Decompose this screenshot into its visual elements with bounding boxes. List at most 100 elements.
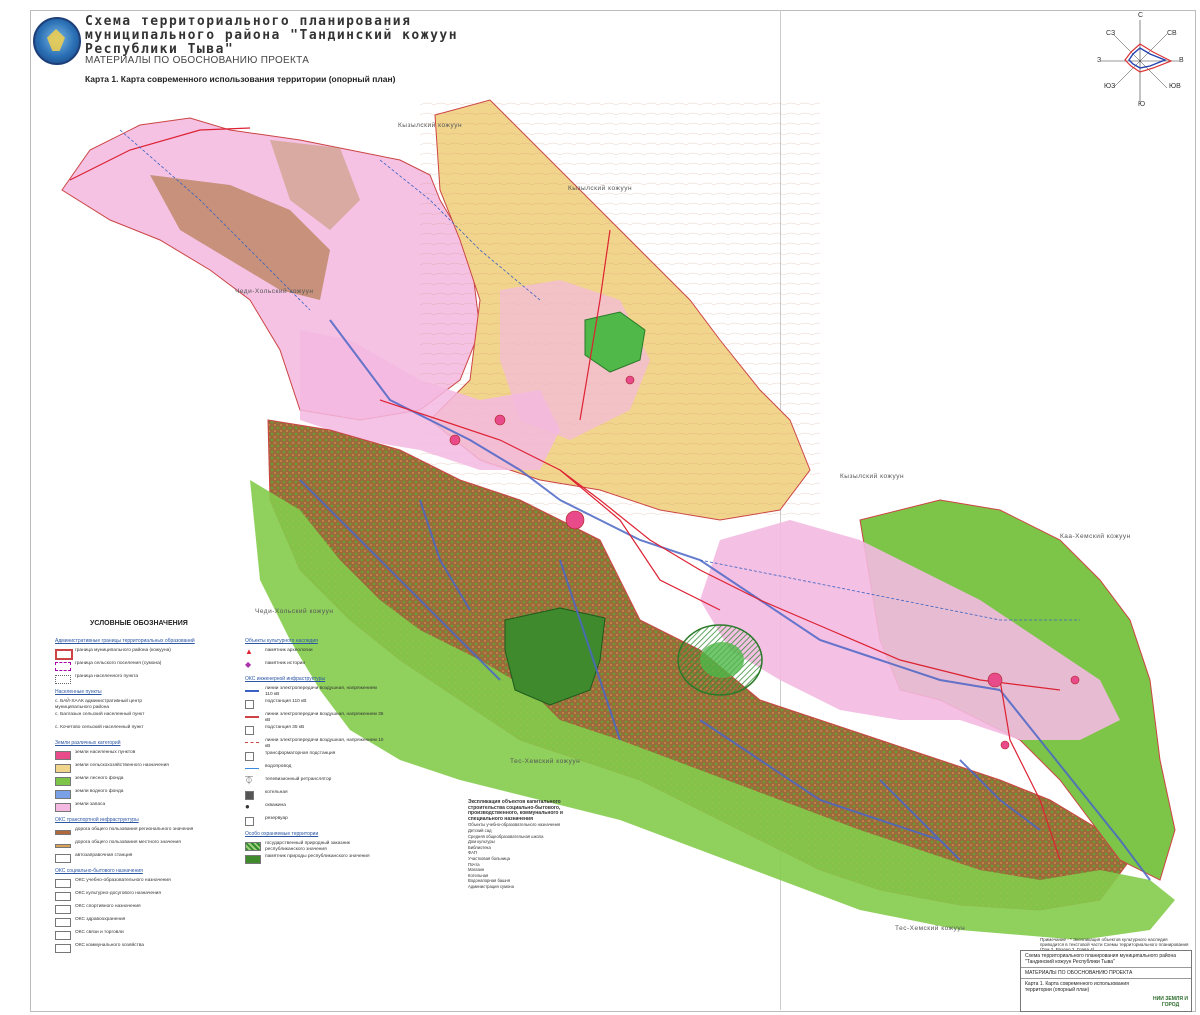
legend-swatch [245, 855, 261, 864]
legend-swatch [55, 944, 71, 953]
settlement-marker [1000, 740, 1010, 750]
legend-section-head: Особо охраняемые территории [245, 831, 319, 837]
legend-section-head: Объекты культурного наследия [245, 638, 318, 644]
legend-section-head: Административные границы территориальных… [55, 638, 195, 644]
list-item: Администрация сумона [468, 883, 514, 889]
legend-swatch [55, 675, 71, 684]
neighbor-label-1: Кызылский кожуун [398, 122, 463, 129]
legend-item: ▲ памятник археологии [245, 647, 313, 656]
legend-item: земли лесного фонда [55, 775, 245, 787]
legend-item: ● скважина [245, 802, 286, 811]
legend-item: дорога общего пользования местного значе… [55, 839, 245, 851]
legend-swatch [245, 690, 259, 692]
protected-area-southwest [504, 607, 606, 706]
legend-item: памятник природы республиканского значен… [245, 853, 425, 865]
neighbor-label-7: Тес-Хемский кожуун [510, 758, 581, 765]
legend-swatch [245, 726, 254, 735]
legend-swatch [245, 752, 254, 761]
legend-section-head: ОКС социально-бытового назначения [55, 868, 143, 874]
legend-swatch [55, 844, 71, 848]
legend-swatch [55, 830, 71, 835]
legend-item: линии электропередачи воздушная, напряже… [245, 711, 425, 723]
legend-item: трансформаторная подстанция [245, 750, 425, 762]
legend-item: ⏁ телевизионный ретранслятор [245, 776, 332, 785]
settlement-marker [565, 510, 585, 530]
settlement-marker [1070, 675, 1080, 685]
legend-item: ОКС коммунального хозяйства [55, 942, 245, 954]
legend-swatch [55, 803, 71, 812]
legend-item: граница муниципального района (кожууна) [55, 647, 245, 660]
legend-title: УСЛОВНЫЕ ОБОЗНАЧЕНИЯ [90, 620, 188, 627]
objects-explication: Экспликация объектов капитального строит… [468, 799, 728, 1005]
legend-swatch [55, 777, 71, 786]
neighbor-label-3: Чеди-Хольский кожуун [235, 288, 314, 295]
legend-swatch [245, 716, 259, 718]
stamp-line-3: Карта 1. Карта современного использовани… [1025, 981, 1129, 993]
legend-section-head: ОКС инженерной инфраструктуры [245, 676, 326, 682]
legend-swatch [245, 700, 254, 709]
stamp-line-1: Схема территориального планирования муни… [1021, 951, 1191, 968]
settlement-marker [625, 375, 635, 385]
legend: УСЛОВНЫЕ ОБОЗНАЧЕНИЯ Административные гр… [35, 620, 475, 1005]
legend-item: ОКС связи и торговли [55, 929, 245, 941]
legend-item: с. Балгазын сельский населенный пункт [55, 712, 145, 717]
map-sheet: Схема территориального планирования муни… [0, 0, 1200, 1015]
legend-swatch [55, 751, 71, 760]
neighbor-label-4: Кызылский кожуун [840, 473, 905, 480]
monument-icon: ▲ [245, 647, 253, 656]
legend-swatch [245, 768, 259, 769]
legend-item: резервуар [245, 815, 425, 827]
legend-item: с. Кочетово сельский населенный пункт [55, 725, 144, 730]
legend-item: подстанция 110 кВ [245, 698, 425, 710]
legend-item: земли водного фонда [55, 788, 245, 800]
legend-item: земли сельскохозяйственного назначения [55, 762, 245, 774]
settlement-marker [494, 414, 506, 426]
legend-item: ОКС культурно-досугового назначения [55, 890, 245, 902]
legend-item: ОКС здравоохранения [55, 916, 245, 928]
well-icon: ● [245, 802, 250, 811]
neighbor-label-5: Каа-Хемский кожуун [1060, 533, 1131, 540]
explication-title: Экспликация объектов капитального строит… [468, 799, 563, 822]
legend-section-head: ОКС транспортной инфраструктуры [55, 817, 139, 823]
legend-swatch [245, 842, 261, 851]
legend-item: земли запаса [55, 801, 245, 813]
legend-item: государственный природный заказник респу… [245, 840, 425, 852]
neighbor-label-8: Тес-Хемский кожуун [895, 925, 966, 932]
settlement-marker [449, 434, 461, 446]
legend-item: линии электропередачи воздушная, напряже… [245, 737, 425, 749]
legend-swatch [245, 742, 259, 743]
legend-item: линии электропередачи воздушная, напряже… [245, 685, 425, 697]
legend-item: с. БАЙ-ХААК административный центр муниц… [55, 699, 143, 710]
legend-swatch [55, 879, 71, 888]
legend-item: ОКС спортивного назначения [55, 903, 245, 915]
legend-swatch [55, 854, 71, 863]
legend-item: земли населенных пунктов [55, 749, 245, 761]
protected-area-core [700, 642, 744, 678]
legend-swatch [55, 790, 71, 799]
legend-item: автозаправочная станция [55, 852, 245, 864]
neighbor-label-6: Чеди-Хольский кожуун [255, 608, 334, 615]
title-stamp: Схема территориального планирования муни… [1020, 950, 1192, 1012]
legend-item: котельная [245, 789, 425, 801]
stamp-line-2: МАТЕРИАЛЫ ПО ОБОСНОВАНИЮ ПРОЕКТА [1021, 968, 1191, 979]
legend-item: ОКС учебно-образовательного назначения [55, 877, 245, 889]
legend-item: граница сельского поселения (сумона) [55, 660, 245, 672]
settlement-marker [987, 672, 1003, 688]
legend-section-head: Земли различных категорий [55, 740, 121, 746]
legend-item: граница населенного пункта [55, 673, 245, 685]
org-name: НИИ ЗЕМЛЯ И ГОРОД [1153, 996, 1188, 1008]
legend-swatch [55, 764, 71, 773]
monument-icon: ◆ [245, 660, 252, 669]
legend-item: дорога общего пользования регионального … [55, 826, 245, 838]
legend-item: подстанция 35 кВ [245, 724, 425, 736]
legend-swatch [55, 892, 71, 901]
legend-column-2: Объекты культурного наследия ▲ памятник а… [245, 634, 425, 866]
neighbor-label-2: Кызылский кожуун [568, 185, 633, 192]
legend-section-head: Населенные пункты [55, 689, 102, 695]
legend-column-1: Административные границы территориальных… [55, 634, 245, 955]
legend-item: ◆ памятник истории [245, 660, 306, 669]
legend-swatch [245, 791, 254, 800]
antenna-icon: ⏁ [245, 776, 253, 785]
legend-swatch [55, 918, 71, 927]
legend-swatch [55, 662, 71, 671]
